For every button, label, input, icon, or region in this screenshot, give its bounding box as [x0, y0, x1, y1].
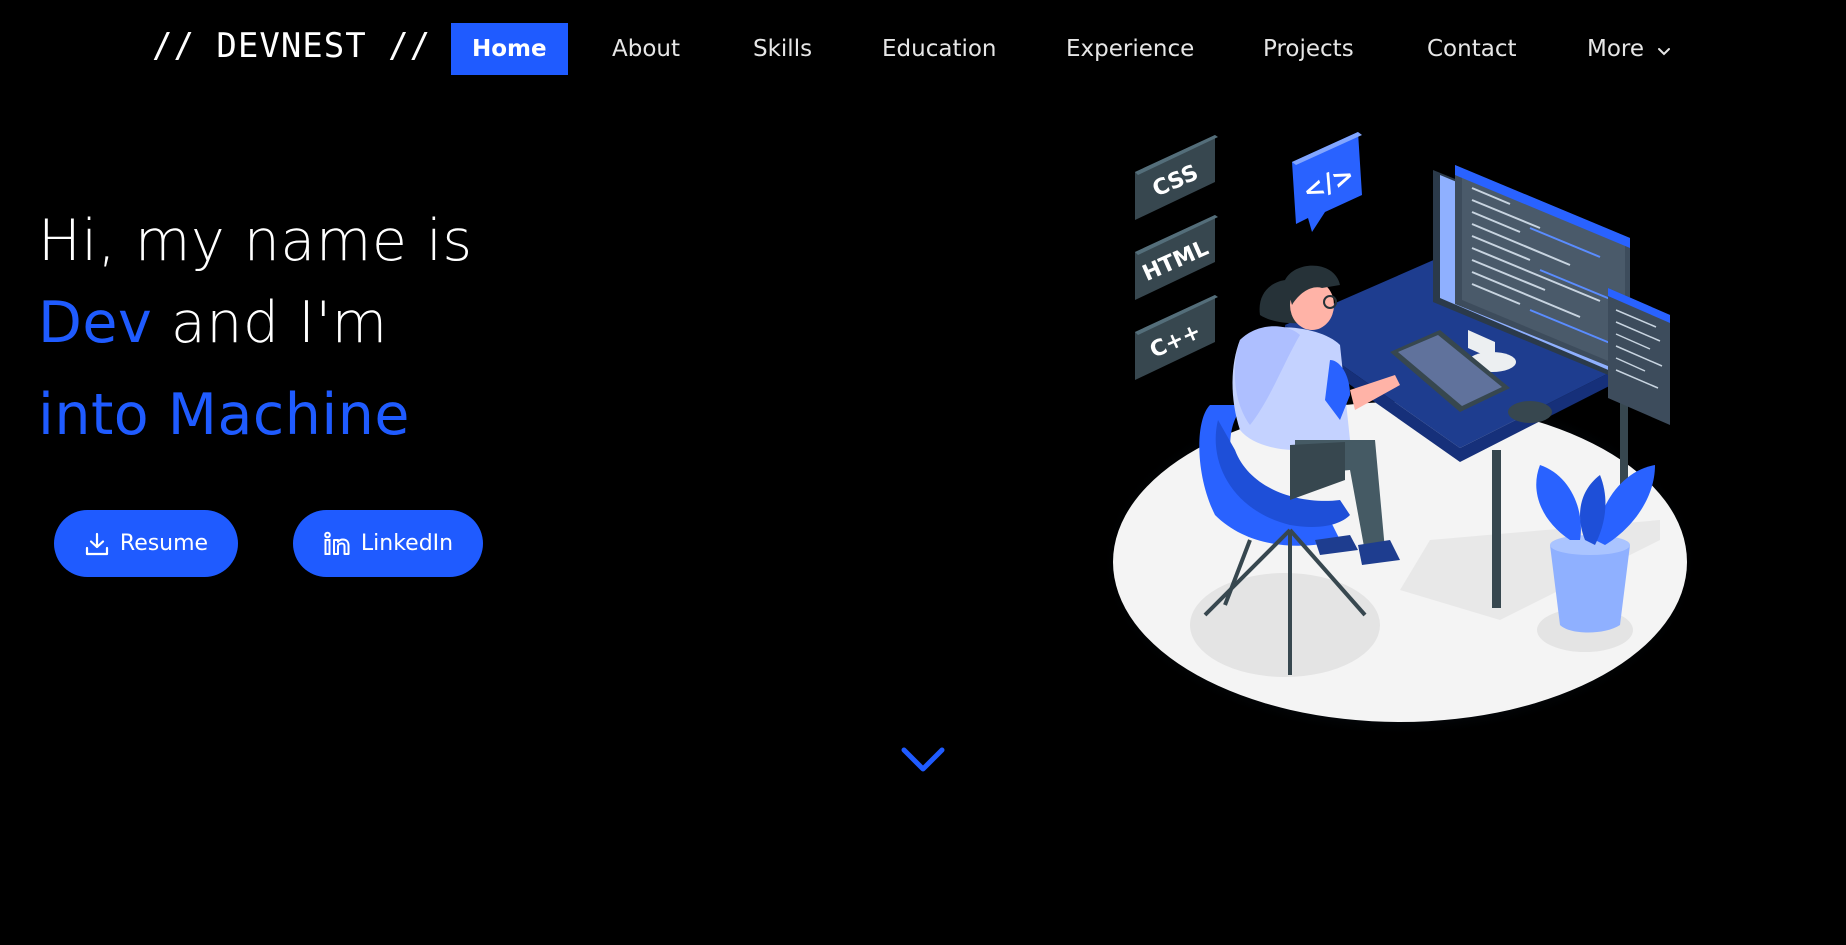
linkedin-button[interactable]: LinkedIn — [293, 510, 483, 577]
scroll-down-chevron-icon[interactable] — [899, 745, 947, 779]
hero-role: into Machine — [38, 382, 410, 448]
site-logo[interactable]: // DEVNEST // — [152, 26, 431, 66]
nav-education[interactable]: Education — [882, 23, 997, 75]
html-tag: HTML — [1135, 215, 1218, 300]
nav-contact[interactable]: Contact — [1427, 23, 1516, 75]
resume-button[interactable]: Resume — [54, 510, 238, 577]
nav-skills[interactable]: Skills — [753, 23, 812, 75]
code-bubble: </> — [1292, 132, 1362, 232]
nav-projects[interactable]: Projects — [1263, 23, 1354, 75]
nav-more[interactable]: More — [1587, 23, 1671, 75]
css-tag: CSS — [1135, 135, 1218, 220]
linkedin-icon — [323, 531, 351, 557]
chevron-down-icon — [1657, 24, 1671, 76]
nav-about[interactable]: About — [612, 23, 680, 75]
linkedin-label: LinkedIn — [360, 531, 454, 556]
download-icon — [84, 531, 110, 557]
nav-home[interactable]: Home — [451, 23, 568, 75]
nav-experience[interactable]: Experience — [1066, 23, 1194, 75]
hero-name-suffix: and I'm — [152, 290, 388, 356]
resume-label: Resume — [119, 531, 209, 556]
cpp-tag: C++ — [1135, 295, 1218, 380]
hero-name: Dev — [38, 290, 153, 356]
nav-more-label: More — [1587, 36, 1645, 62]
hero-name-line: Dev and I'm — [38, 290, 388, 356]
developer-illustration: CSS HTML C++ </> — [1100, 120, 1700, 740]
hero-greeting: Hi, my name is — [38, 208, 473, 274]
